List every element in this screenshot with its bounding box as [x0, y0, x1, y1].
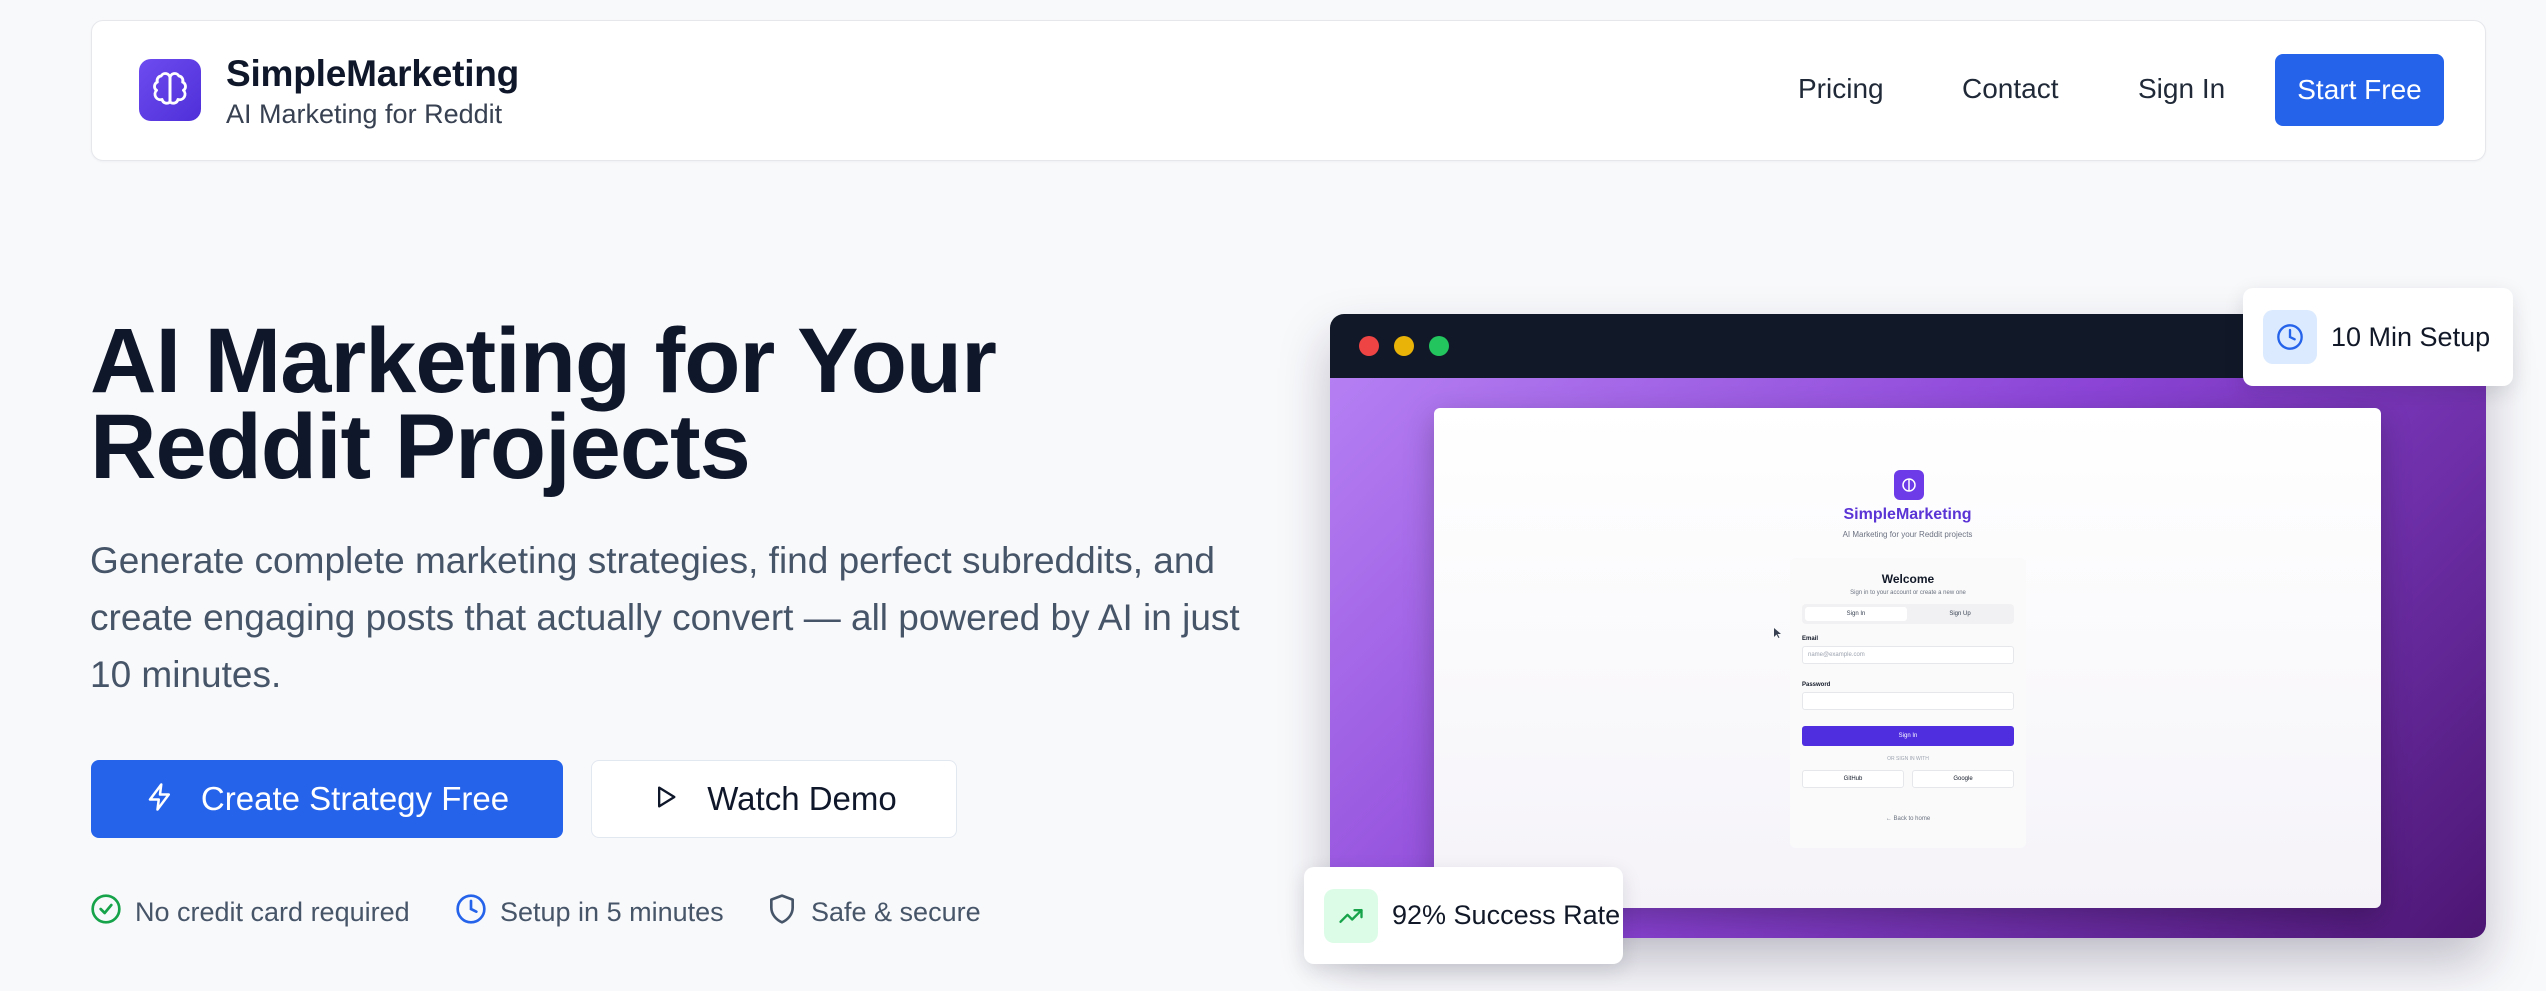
window-minimize-dot — [1394, 336, 1414, 356]
clock-icon — [455, 893, 487, 932]
mini-email-label: Email — [1802, 636, 1819, 642]
mini-auth-tabs: Sign In Sign Up — [1802, 604, 2014, 624]
mini-tab-sign-in: Sign In — [1805, 607, 1907, 621]
feature-setup-time: Setup in 5 minutes — [455, 893, 724, 932]
mini-brain-logo-icon — [1894, 470, 1924, 500]
feature-secure: Safe & secure — [766, 893, 981, 932]
window-close-dot — [1359, 336, 1379, 356]
trending-up-icon — [1324, 888, 1378, 943]
app-screenshot: SimpleMarketing AI Marketing for your Re… — [1434, 408, 2381, 908]
brand-name[interactable]: SimpleMarketing — [226, 53, 519, 95]
watch-demo-label: Watch Demo — [707, 780, 897, 817]
check-circle-icon — [90, 893, 122, 932]
mini-welcome-subtitle: Sign in to your account or create a new … — [1850, 590, 1966, 596]
mini-brand-name: SimpleMarketing — [1843, 506, 1972, 523]
brand-tagline: AI Marketing for Reddit — [226, 99, 503, 129]
create-strategy-label: Create Strategy Free — [200, 780, 510, 817]
hero-title-line-2: Reddit Projects — [90, 396, 751, 498]
nav-sign-in-link[interactable]: Sign In — [2138, 73, 2225, 105]
mini-tab-sign-up: Sign Up — [1949, 611, 1971, 617]
hero-subtitle: Generate complete marketing strategies, … — [90, 540, 1240, 695]
mini-auth-card: Welcome Sign in to your account or creat… — [1790, 558, 2026, 848]
mini-google-button: Google — [1912, 770, 2014, 788]
success-badge-label: 92% Success Rate — [1392, 900, 1621, 930]
mini-github-button: GitHub — [1802, 770, 1904, 788]
feature-no-credit-card: No credit card required — [90, 893, 410, 932]
start-free-button[interactable]: Start Free — [2275, 54, 2444, 126]
navbar: SimpleMarketing AI Marketing for Reddit … — [91, 20, 2486, 161]
create-strategy-button[interactable]: Create Strategy Free — [91, 760, 563, 838]
success-rate-badge: 92% Success Rate — [1304, 867, 1623, 964]
nav-pricing-link[interactable]: Pricing — [1798, 73, 1884, 105]
brain-logo-icon[interactable] — [139, 59, 201, 121]
mini-or-divider: OR SIGN IN WITH — [1887, 756, 1929, 762]
play-icon — [651, 783, 679, 816]
watch-demo-button[interactable]: Watch Demo — [591, 760, 957, 838]
lightning-icon — [145, 782, 175, 817]
mini-password-label: Password — [1802, 682, 1831, 688]
cursor-icon — [1774, 628, 1781, 638]
clock-icon — [2263, 310, 2317, 364]
window-maximize-dot — [1429, 336, 1449, 356]
mini-back-link: ← Back to home — [1885, 816, 1931, 822]
mini-brand-tagline: AI Marketing for your Reddit projects — [1842, 530, 1973, 539]
mini-password-input — [1802, 692, 2014, 710]
feature-label: No credit card required — [135, 897, 410, 927]
hero-title: AI Marketing for Your Reddit Projects — [90, 315, 1240, 493]
setup-badge-label: 10 Min Setup — [2331, 321, 2491, 352]
nav-contact-link[interactable]: Contact — [1962, 73, 2059, 105]
mini-email-input: name@example.com — [1802, 646, 2014, 664]
feature-label: Safe & secure — [811, 897, 981, 927]
mini-sign-in-button: Sign In — [1802, 726, 2014, 746]
feature-label: Setup in 5 minutes — [500, 897, 724, 927]
setup-time-badge: 10 Min Setup — [2243, 288, 2513, 386]
mini-welcome-title: Welcome — [1881, 572, 1935, 586]
shield-icon — [766, 893, 798, 932]
